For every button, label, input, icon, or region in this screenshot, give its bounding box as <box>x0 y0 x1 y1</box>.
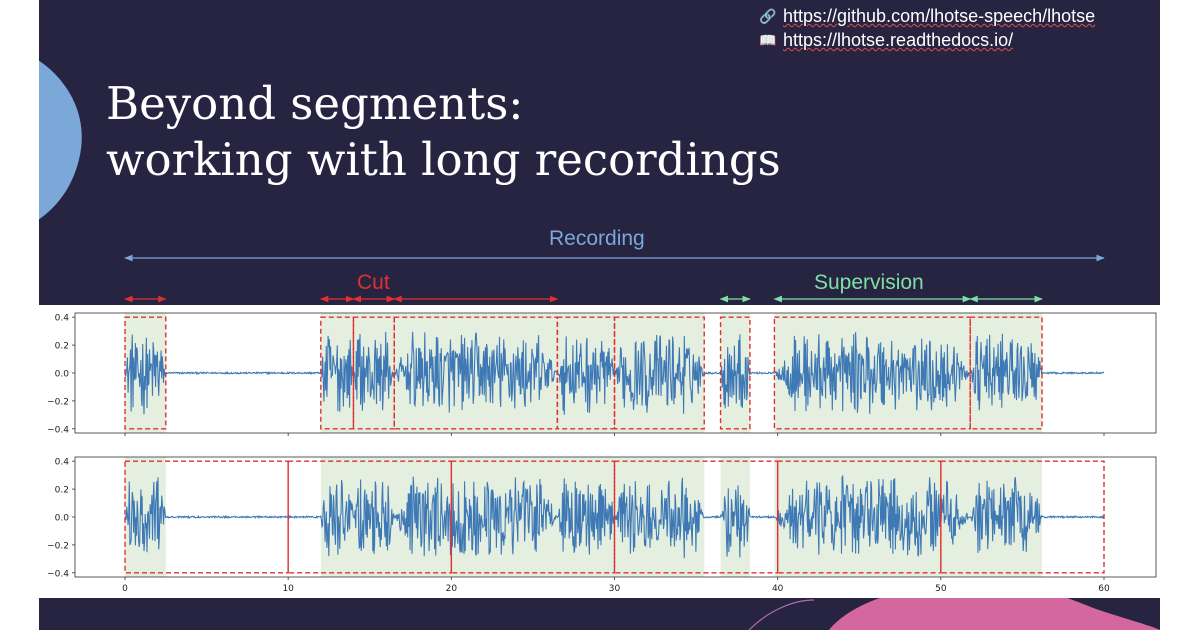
waveform-figure: 0.4 0.2 0.0 −0.2 −0.4 0.4 0.2 0.0 −0.2 −0.4 0 10 20 3… <box>39 305 1160 598</box>
y-tick-label: −0.4 <box>47 569 69 579</box>
slide: 🔗 https://github.com/lhotse-speech/lhots… <box>39 0 1160 630</box>
y-tick-label: 0.4 <box>55 458 70 468</box>
waveform-plot: 0.4 0.2 0.0 −0.2 −0.4 0.4 0.2 0.0 −0.2 −0.4 0 10 20 3… <box>47 312 1157 594</box>
x-tick-label: 20 <box>446 584 458 594</box>
x-tick-label: 10 <box>282 584 294 594</box>
supervision-region <box>720 457 750 577</box>
x-tick-label: 50 <box>935 584 947 594</box>
y-tick-label: −0.4 <box>47 425 69 435</box>
y-tick-label: 0.0 <box>55 370 70 380</box>
x-tick-label: 0 <box>122 584 128 594</box>
y-tick-label: 0.0 <box>55 514 70 524</box>
x-tick-label: 60 <box>1098 584 1110 594</box>
x-tick-label: 40 <box>772 584 784 594</box>
x-tick-label: 30 <box>609 584 621 594</box>
y-tick-label: 0.2 <box>55 486 69 496</box>
diagram-arrows <box>124 254 1105 303</box>
y-tick-label: 0.4 <box>55 314 70 324</box>
y-tick-label: −0.2 <box>47 397 69 407</box>
y-tick-label: 0.2 <box>55 342 69 352</box>
y-tick-label: −0.2 <box>47 541 69 551</box>
